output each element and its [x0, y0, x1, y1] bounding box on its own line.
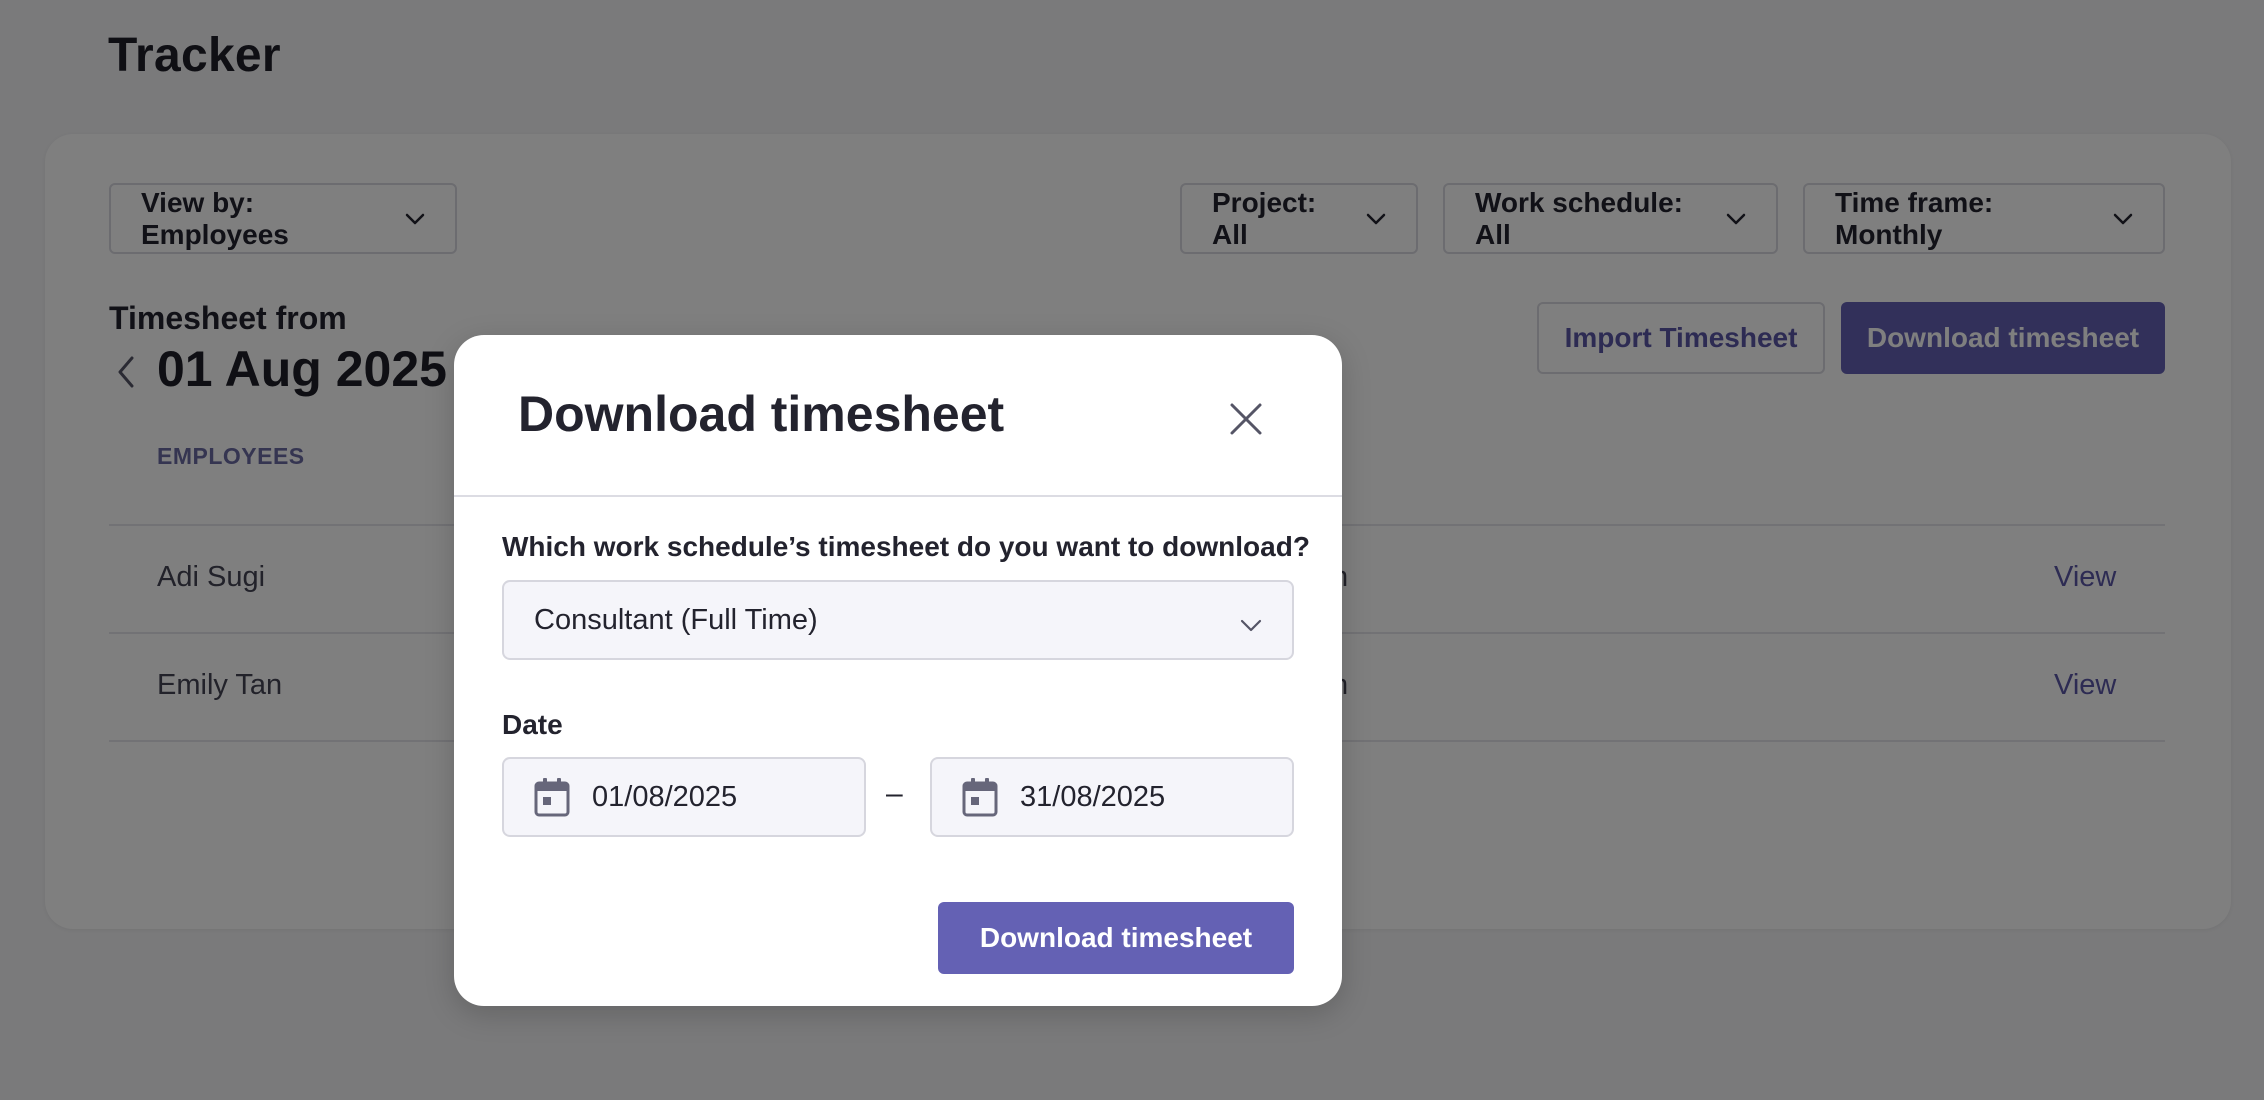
download-timesheet-modal: Download timesheet Which work schedule’s… — [454, 335, 1342, 1006]
date-label: Date — [502, 709, 563, 740]
modal-download-button[interactable]: Download timesheet — [938, 902, 1294, 974]
close-icon[interactable] — [1224, 397, 1268, 441]
schedule-question: Which work schedule’s timesheet do you w… — [502, 531, 1310, 562]
end-date-value: 31/08/2025 — [1020, 780, 1166, 813]
modal-title: Download timesheet — [518, 386, 1005, 442]
chevron-down-icon — [1240, 608, 1262, 641]
tracker-page: Tracker View by: Employees Project: All … — [0, 0, 2264, 1100]
start-date-value: 01/08/2025 — [592, 780, 738, 813]
calendar-icon — [962, 777, 998, 817]
calendar-icon — [534, 777, 570, 817]
date-separator: – — [886, 777, 903, 810]
start-date-field[interactable]: 01/08/2025 — [502, 757, 866, 837]
work-schedule-select[interactable]: Consultant (Full Time) — [502, 580, 1294, 660]
modal-divider — [454, 495, 1342, 497]
end-date-field[interactable]: 31/08/2025 — [930, 757, 1294, 837]
selected-schedule: Consultant (Full Time) — [534, 603, 818, 636]
